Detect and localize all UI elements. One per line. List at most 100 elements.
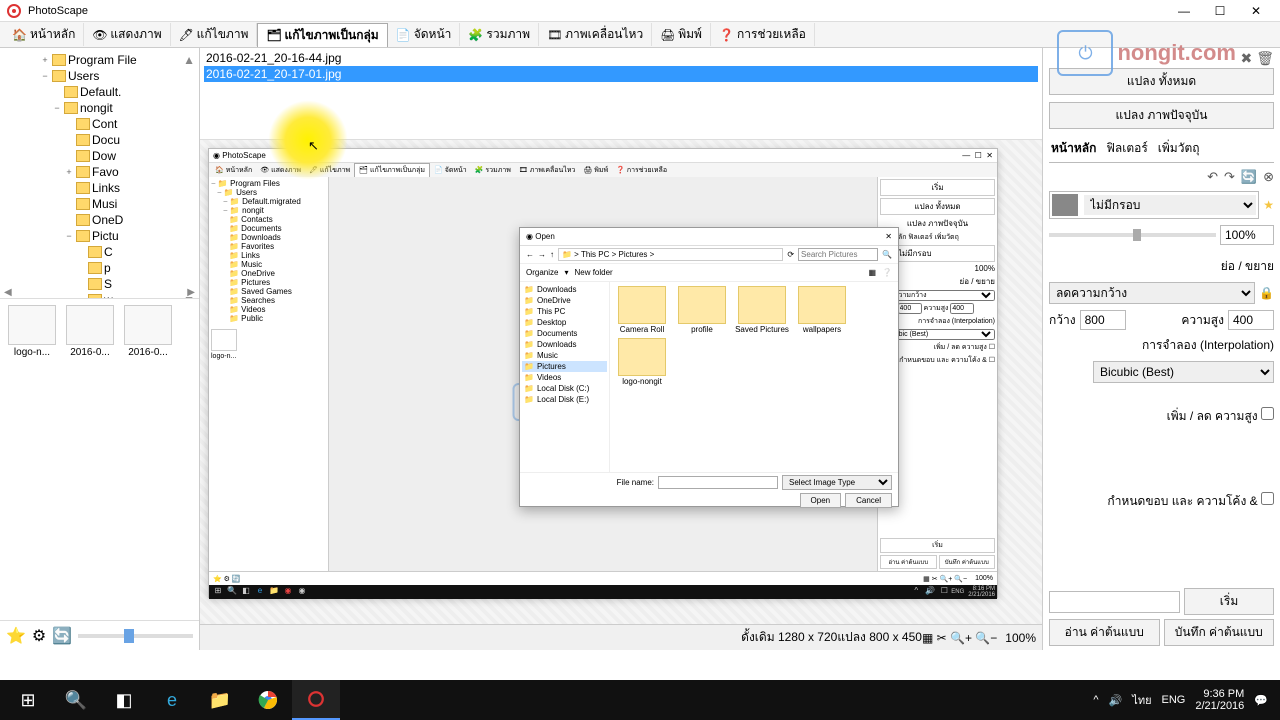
tree-node[interactable]: Dow <box>4 148 195 164</box>
thumbnail[interactable]: 2016-0... <box>122 305 174 358</box>
tab-page[interactable]: 📄จัดหน้า <box>388 23 461 46</box>
dialog-close-icon[interactable]: ✕ <box>885 232 892 241</box>
redo-icon[interactable]: ↷ <box>1224 169 1235 185</box>
addsub-checkbox[interactable] <box>1261 407 1274 420</box>
reset-icon[interactable]: ⊗ <box>1263 169 1274 185</box>
convert-current-button[interactable]: แปลง ภาพปัจจุบัน <box>1049 102 1274 129</box>
trash-icon[interactable]: 🗑 <box>1256 50 1274 67</box>
tree-node[interactable]: Musi <box>4 196 195 212</box>
tray-lang-short[interactable]: ไทย <box>1132 691 1151 709</box>
rtab-object[interactable]: เพิ่มวัตถุ <box>1158 139 1200 158</box>
zoom-input[interactable] <box>1220 225 1274 245</box>
tree-node[interactable]: Cont <box>4 116 195 132</box>
search-icon[interactable]: 🔍 <box>882 250 892 259</box>
interp-select[interactable]: Bicubic (Best) <box>1093 361 1274 383</box>
dialog-file-item[interactable]: Saved Pictures <box>734 286 790 334</box>
tab-print[interactable]: 🖨พิมพ์ <box>652 23 711 46</box>
dialog-side-item[interactable]: 📁OneDrive <box>522 295 607 306</box>
refresh-icon[interactable]: 🔄 <box>52 626 72 646</box>
zoomin-icon[interactable]: 🔍+ <box>950 631 972 645</box>
tab-help[interactable]: ❓การช่วยเหลือ <box>711 23 815 46</box>
frame-select[interactable]: ไม่มีกรอบ <box>1084 195 1256 215</box>
tree-node[interactable]: −nongit <box>4 100 195 116</box>
load-preset-button[interactable]: อ่าน ค่าต้นแบบ <box>1049 619 1160 646</box>
dialog-file-item[interactable]: logo-nongit <box>614 338 670 386</box>
tree-node[interactable]: Docu <box>4 132 195 148</box>
opacity-slider[interactable] <box>1049 233 1216 237</box>
edge-icon[interactable]: e <box>148 680 196 720</box>
dialog-side-item[interactable]: 📁Downloads <box>522 284 607 295</box>
lock-icon[interactable]: 🔒 <box>1259 286 1274 300</box>
tree-node[interactable]: −Pictu <box>4 228 195 244</box>
help-icon[interactable]: ❔ <box>882 268 892 277</box>
tab-animation[interactable]: 🎞ภาพเคลื่อนไหว <box>539 23 652 46</box>
start-button[interactable]: เริ่ม <box>1184 588 1274 615</box>
tree-node[interactable]: +Program File▲ <box>4 52 195 68</box>
queue-file-list[interactable]: 2016-02-21_20-16-44.jpg2016-02-21_20-17-… <box>200 48 1042 140</box>
taskview-win[interactable]: ◧ <box>100 680 148 720</box>
rtab-main[interactable]: หน้าหลัก <box>1051 139 1096 158</box>
tray-clock[interactable]: 9:36 PM 2/21/2016 <box>1195 688 1244 712</box>
fit-icon[interactable]: ▦ <box>922 631 933 645</box>
chrome-icon[interactable] <box>244 680 292 720</box>
thumbnail[interactable]: 2016-0... <box>64 305 116 358</box>
favorite-icon[interactable]: ★ <box>1263 198 1274 212</box>
tab-home[interactable]: 🏠หน้าหลัก <box>4 23 84 46</box>
newfolder-button[interactable]: New folder <box>574 268 612 277</box>
nav-back-icon[interactable]: ← <box>526 250 534 259</box>
start-button-win[interactable]: ⊞ <box>4 680 52 720</box>
tree-node[interactable]: p <box>4 260 195 276</box>
tab-batch-editor[interactable]: 🗂แก้ไขภาพเป็นกลุ่ม <box>257 23 387 47</box>
tree-node[interactable]: −Users <box>4 68 195 84</box>
close-button[interactable]: ✕ <box>1238 1 1274 21</box>
filename-input[interactable] <box>658 476 778 489</box>
nav-up-icon[interactable]: ↑ <box>550 250 554 259</box>
reload-icon[interactable]: 🔄 <box>1241 169 1257 185</box>
tree-node[interactable]: C <box>4 244 195 260</box>
dialog-side-item[interactable]: 📁Music <box>522 350 607 361</box>
save-preset-button[interactable]: บันทึก ค่าต้นแบบ <box>1164 619 1275 646</box>
tree-node[interactable]: +Favo <box>4 164 195 180</box>
dialog-side-item[interactable]: 📁Pictures <box>522 361 607 372</box>
tab-combine[interactable]: 🧩รวมภาพ <box>460 23 539 46</box>
height-input[interactable] <box>1228 310 1274 330</box>
zoomout-icon[interactable]: 🔍− <box>975 631 997 645</box>
dialog-side-item[interactable]: 📁Desktop <box>522 317 607 328</box>
dialog-side-item[interactable]: 📁Videos <box>522 372 607 383</box>
thumbnail[interactable]: logo-n... <box>6 305 58 358</box>
thumb-size-slider[interactable] <box>78 634 193 638</box>
photoscape-task-icon[interactable] <box>292 680 340 720</box>
dialog-file-item[interactable]: wallpapers <box>794 286 850 334</box>
border-checkbox[interactable] <box>1261 492 1274 505</box>
convert-all-button[interactable]: แปลง ทั้งหมด <box>1049 68 1274 95</box>
tree-node[interactable]: Default. <box>4 84 195 100</box>
gear-icon[interactable]: ⚙ <box>32 626 46 646</box>
preset-name-input[interactable] <box>1049 591 1180 613</box>
view-icon[interactable]: ▦ <box>868 268 876 277</box>
explorer-icon[interactable]: 📁 <box>196 680 244 720</box>
resize-mode-select[interactable]: ลดความกว้าง <box>1049 282 1255 304</box>
star-icon[interactable]: ⭐ <box>6 626 26 646</box>
dialog-search-input[interactable] <box>798 248 878 261</box>
dialog-side-item[interactable]: 📁Local Disk (E:) <box>522 394 607 405</box>
undo-icon[interactable]: ↶ <box>1207 169 1218 185</box>
tray-lang[interactable]: ENG <box>1162 694 1186 706</box>
dialog-side-item[interactable]: 📁Local Disk (C:) <box>522 383 607 394</box>
minimize-button[interactable]: — <box>1166 1 1202 21</box>
dialog-file-item[interactable]: Camera Roll <box>614 286 670 334</box>
organize-button[interactable]: Organize <box>526 268 558 277</box>
width-input[interactable] <box>1080 310 1126 330</box>
search-win[interactable]: 🔍 <box>52 680 100 720</box>
filetype-select[interactable]: Select Image Type <box>782 475 892 490</box>
tree-node[interactable]: Links <box>4 180 195 196</box>
dialog-side-item[interactable]: 📁Documents <box>522 328 607 339</box>
folder-tree[interactable]: +Program File▲−UsersDefault.−nongitContD… <box>0 48 199 298</box>
dialog-file-item[interactable]: profile <box>674 286 730 334</box>
tray-chevron-icon[interactable]: ^ <box>1093 694 1098 706</box>
maximize-button[interactable]: ☐ <box>1202 1 1238 21</box>
tray-notification-icon[interactable]: 💬 <box>1254 694 1268 707</box>
dialog-side-item[interactable]: 📁Downloads <box>522 339 607 350</box>
tab-editor[interactable]: 🖊แก้ไขภาพ <box>171 23 258 46</box>
dialog-open-button[interactable]: Open <box>800 493 842 508</box>
tree-node[interactable]: OneD <box>4 212 195 228</box>
